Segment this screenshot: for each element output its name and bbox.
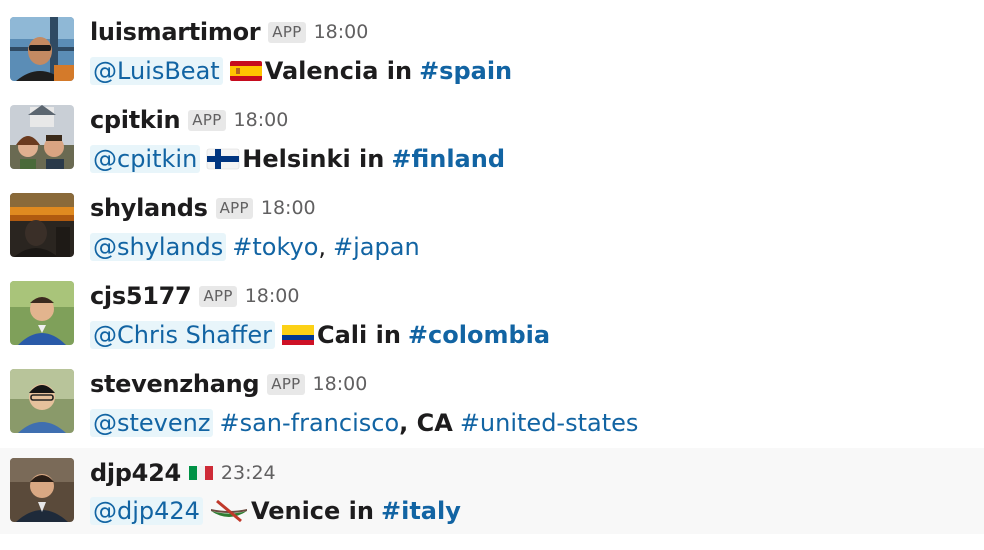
- channel-link[interactable]: #united-states: [460, 409, 639, 437]
- avatar[interactable]: [10, 281, 74, 345]
- avatar[interactable]: [10, 193, 74, 257]
- channel-link[interactable]: #italy: [381, 497, 461, 525]
- message-row[interactable]: stevenzhang APP 18:00 @stevenz #san-fran…: [0, 352, 984, 440]
- canoe-icon: [209, 499, 249, 523]
- user-mention[interactable]: @LuisBeat: [90, 57, 223, 85]
- app-badge: APP: [215, 197, 253, 219]
- user-mention[interactable]: @djp424: [90, 497, 203, 525]
- message-text: Valencia in: [264, 57, 413, 85]
- timestamp[interactable]: 18:00: [234, 109, 289, 131]
- message-text: Venice in: [250, 497, 374, 525]
- channel-link[interactable]: #japan: [333, 233, 420, 261]
- message-row[interactable]: cjs5177 APP 18:00 @Chris Shaffer Cali in…: [0, 264, 984, 352]
- timestamp[interactable]: 18:00: [314, 21, 369, 43]
- app-badge: APP: [199, 285, 237, 307]
- timestamp[interactable]: 23:24: [221, 462, 276, 484]
- username[interactable]: shylands: [90, 194, 208, 222]
- avatar[interactable]: [10, 105, 74, 169]
- user-mention[interactable]: @shylands: [90, 233, 227, 261]
- user-mention[interactable]: @stevenz: [90, 409, 214, 437]
- app-badge: APP: [267, 373, 305, 395]
- username[interactable]: cpitkin: [90, 106, 181, 134]
- avatar[interactable]: [10, 369, 74, 433]
- message-text: Helsinki in: [242, 145, 385, 173]
- username[interactable]: stevenzhang: [90, 370, 260, 398]
- message-row[interactable]: djp424 23:24 @djp424 Venice in #italy: [0, 448, 984, 534]
- channel-link[interactable]: #spain: [419, 57, 512, 85]
- message-row[interactable]: cpitkin APP 18:00 @cpitkin Helsinki in #…: [0, 88, 984, 176]
- app-badge: APP: [268, 21, 306, 43]
- avatar[interactable]: [10, 458, 74, 522]
- channel-link[interactable]: #colombia: [408, 321, 550, 349]
- username[interactable]: luismartimor: [90, 18, 261, 46]
- timestamp[interactable]: 18:00: [313, 373, 368, 395]
- user-mention[interactable]: @cpitkin: [90, 145, 201, 173]
- message-text: Cali in: [316, 321, 401, 349]
- spain-flag-icon: [229, 59, 263, 83]
- italy-flag-icon: [188, 465, 213, 481]
- message-text: , CA: [399, 409, 453, 437]
- user-mention[interactable]: @Chris Shaffer: [90, 321, 275, 349]
- channel-link[interactable]: #san-francisco: [219, 409, 399, 437]
- colombia-flag-icon: [281, 323, 315, 347]
- username[interactable]: djp424: [90, 459, 181, 487]
- app-badge: APP: [188, 109, 226, 131]
- message-row[interactable]: shylands APP 18:00 @shylands #tokyo , #j…: [0, 176, 984, 264]
- message-feed: luismartimor APP 18:00 @LuisBeat Valenci…: [0, 0, 984, 550]
- timestamp[interactable]: 18:00: [245, 285, 300, 307]
- separator-text: ,: [318, 233, 327, 261]
- avatar[interactable]: [10, 17, 74, 81]
- channel-link[interactable]: #tokyo: [232, 233, 318, 261]
- finland-flag-icon: [206, 147, 240, 171]
- message-row[interactable]: luismartimor APP 18:00 @LuisBeat Valenci…: [0, 0, 984, 88]
- channel-link[interactable]: #finland: [391, 145, 505, 173]
- timestamp[interactable]: 18:00: [261, 197, 316, 219]
- username[interactable]: cjs5177: [90, 282, 192, 310]
